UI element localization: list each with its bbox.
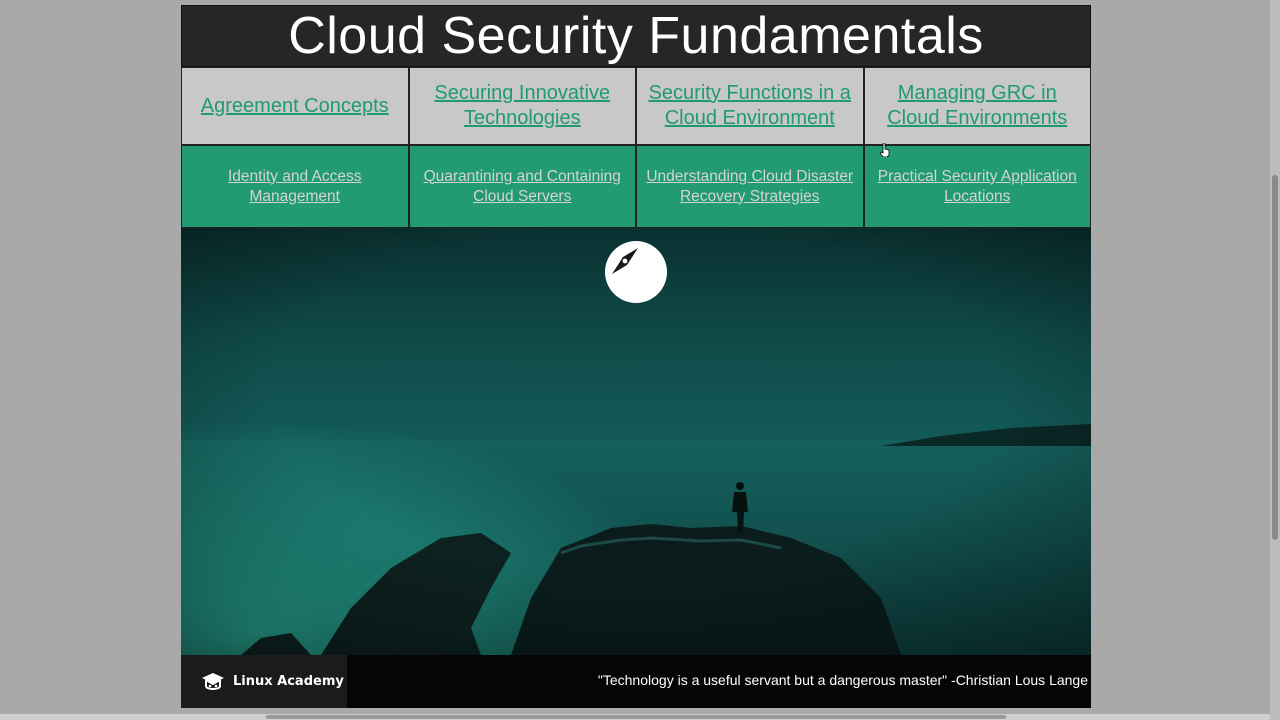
top-link-cell: Securing Innovative Technologies	[408, 67, 636, 145]
bottom-link-cell: Quarantining and Containing Cloud Server…	[408, 145, 636, 228]
link-quarantining-cloud-servers[interactable]: Quarantining and Containing Cloud Server…	[418, 167, 628, 207]
compass-icon	[612, 248, 638, 274]
top-link-cell: Agreement Concepts	[181, 67, 409, 145]
horizontal-scrollbar-thumb[interactable]	[266, 715, 1006, 719]
bottom-link-cell: Understanding Cloud Disaster Recovery St…	[636, 145, 864, 228]
link-managing-grc[interactable]: Managing GRC in Cloud Environments	[873, 81, 1083, 131]
link-cloud-disaster-recovery[interactable]: Understanding Cloud Disaster Recovery St…	[645, 167, 855, 207]
link-security-functions[interactable]: Security Functions in a Cloud Environmen…	[645, 81, 855, 131]
link-identity-access-management[interactable]: Identity and Access Management	[190, 167, 400, 207]
title-bar: Cloud Security Fundamentals	[181, 5, 1091, 67]
bottom-link-row: Identity and Access Management Quarantin…	[181, 145, 1091, 228]
bottom-link-cell: Identity and Access Management	[181, 145, 409, 228]
bottom-link-cell: Practical Security Application Locations	[863, 145, 1091, 228]
hand-cursor-icon	[880, 143, 890, 157]
page-container: Cloud Security Fundamentals Agreement Co…	[181, 5, 1091, 708]
top-link-row: Agreement Concepts Securing Innovative T…	[181, 67, 1091, 145]
link-securing-innovative-technologies[interactable]: Securing Innovative Technologies	[418, 81, 628, 131]
hero-image	[181, 228, 1091, 655]
link-practical-security-locations[interactable]: Practical Security Application Locations	[873, 167, 1083, 207]
link-agreement-concepts[interactable]: Agreement Concepts	[201, 94, 389, 119]
vertical-scrollbar-thumb[interactable]	[1272, 175, 1278, 540]
brand-logo[interactable]: Linux Academy	[181, 655, 347, 708]
brand-name: Linux Academy	[233, 674, 344, 689]
top-link-cell: Managing GRC in Cloud Environments	[863, 67, 1091, 145]
horizontal-scrollbar[interactable]	[0, 714, 1270, 720]
footer-quote: "Technology is a useful servant but a da…	[597, 672, 1088, 688]
compass-button[interactable]	[605, 241, 667, 303]
vertical-scrollbar[interactable]	[1270, 0, 1280, 720]
footer-bar: Linux Academy "Technology is a useful se…	[181, 655, 1091, 708]
top-link-cell: Security Functions in a Cloud Environmen…	[636, 67, 864, 145]
graduation-cap-icon	[202, 672, 224, 690]
page-title: Cloud Security Fundamentals	[288, 7, 984, 65]
